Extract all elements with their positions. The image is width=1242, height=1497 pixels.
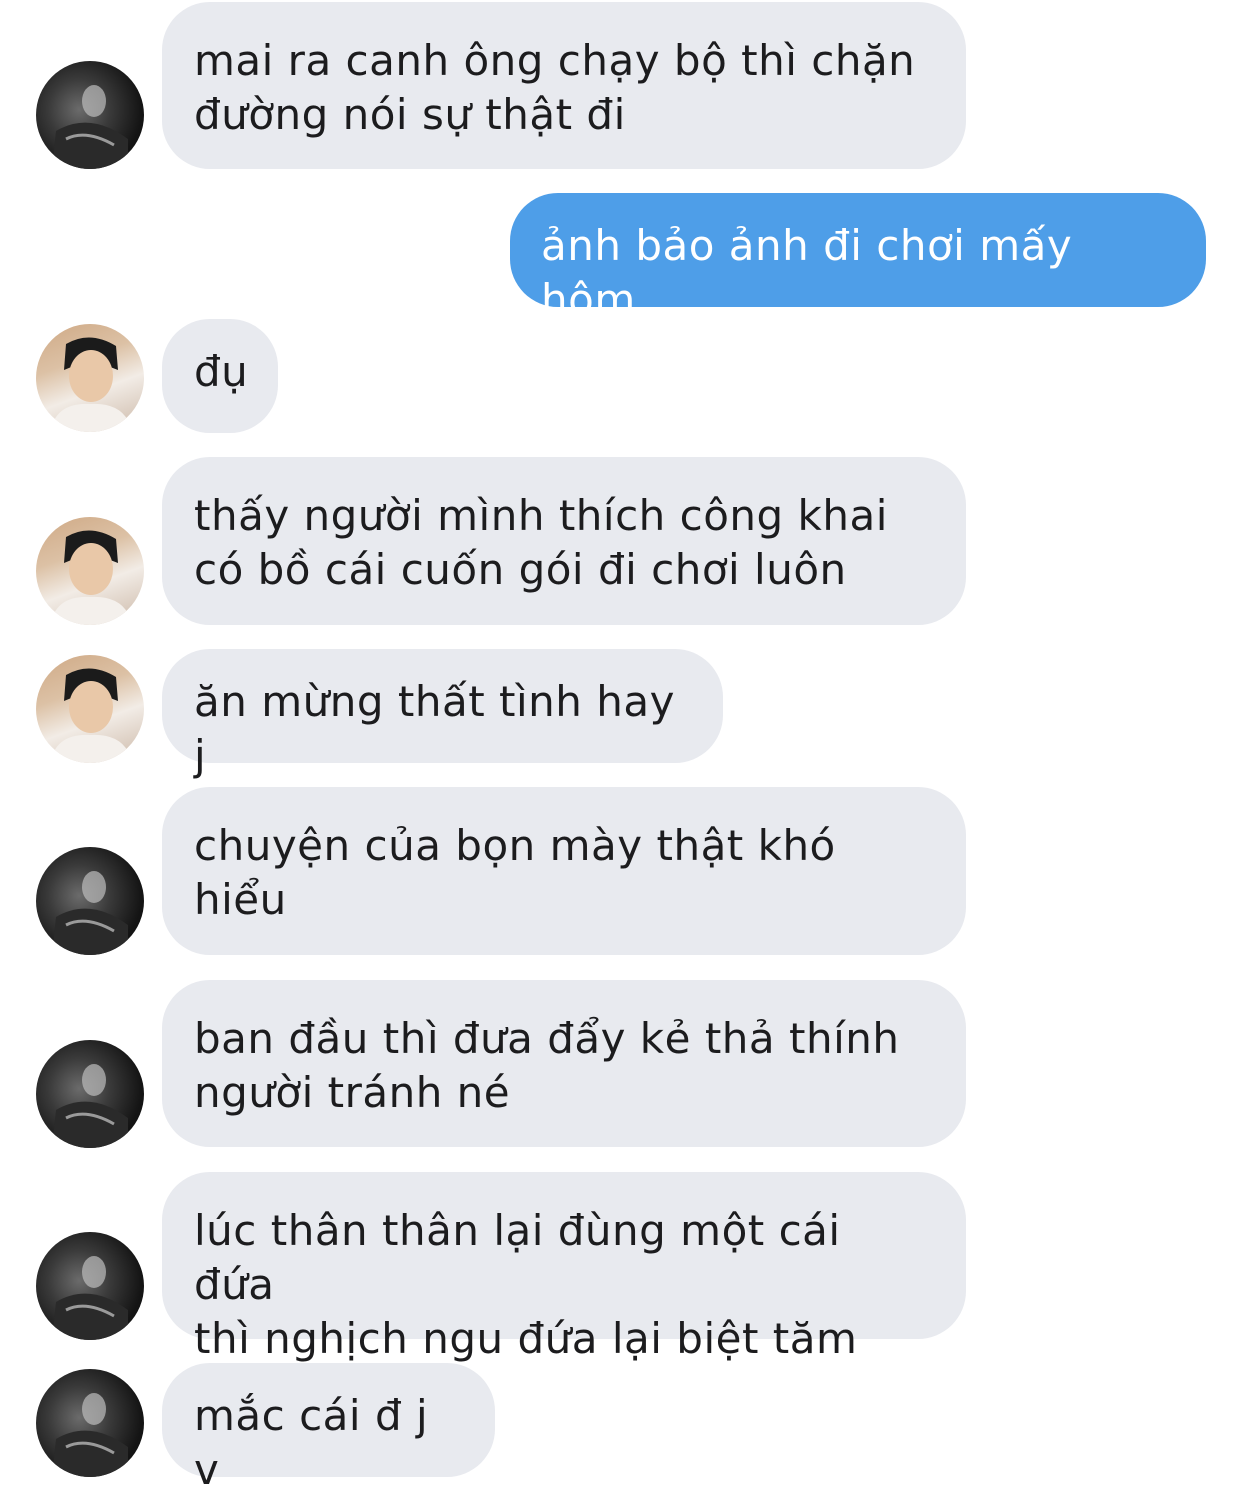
message-bubble-incoming[interactable]: chuyện của bọn mày thật khó hiểu: [162, 787, 966, 955]
message-bubble-incoming[interactable]: mắc cái đ j v: [162, 1363, 495, 1494]
message-bubble-outgoing[interactable]: ảnh bảo ảnh đi chơi mấy hôm: [510, 193, 1206, 324]
contact-avatar-dark[interactable]: [36, 1369, 144, 1477]
contact-avatar-light[interactable]: [36, 324, 144, 432]
message-bubble-incoming[interactable]: thấy người mình thích công khai có bồ cá…: [162, 457, 966, 625]
message-bubble-incoming[interactable]: mai ra canh ông chạy bộ thì chặn đường n…: [162, 2, 966, 169]
contact-avatar-light[interactable]: [36, 517, 144, 625]
contact-avatar-dark[interactable]: [36, 1040, 144, 1148]
contact-avatar-dark[interactable]: [36, 61, 144, 169]
message-bubble-incoming[interactable]: lúc thân thân lại đùng một cái đứa thì n…: [162, 1172, 966, 1363]
contact-avatar-dark[interactable]: [36, 1232, 144, 1340]
message-bubble-incoming[interactable]: ban đầu thì đưa đẩy kẻ thả thính người t…: [162, 980, 966, 1147]
message-bubble-incoming[interactable]: ăn mừng thất tình hay j: [162, 649, 723, 780]
contact-avatar-dark[interactable]: [36, 847, 144, 955]
contact-avatar-light[interactable]: [36, 655, 144, 763]
message-bubble-incoming[interactable]: đụ: [162, 319, 278, 433]
